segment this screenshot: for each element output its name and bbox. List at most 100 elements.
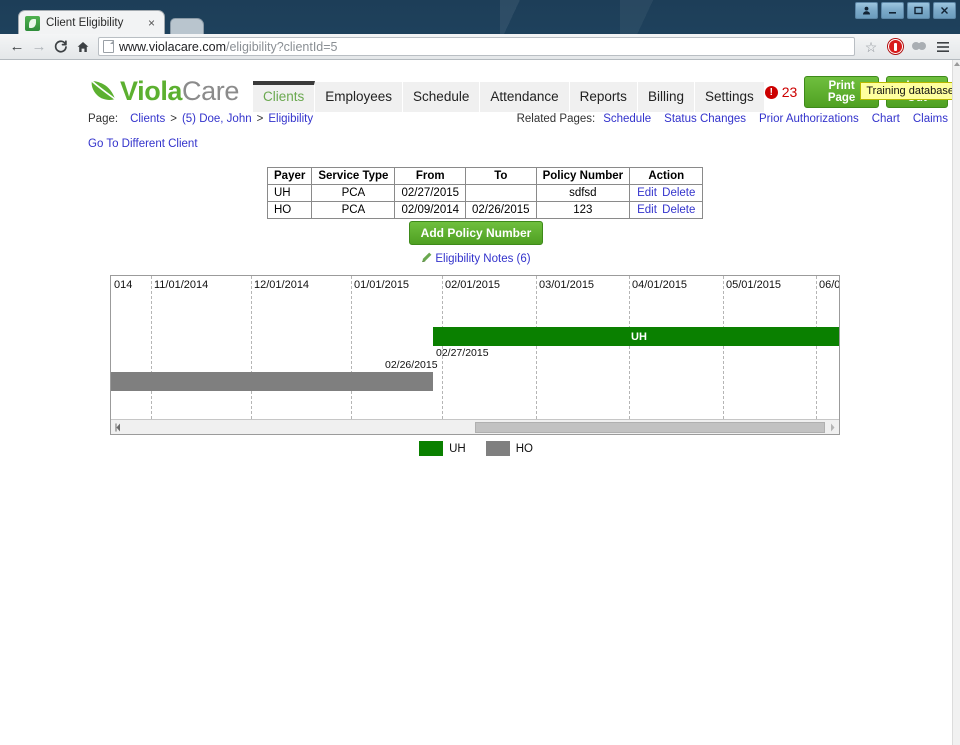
related-page-status-changes[interactable]: Status Changes	[664, 113, 746, 125]
add-policy-number-button[interactable]: Add Policy Number	[408, 221, 544, 245]
new-tab-button[interactable]	[170, 18, 204, 35]
axis-tick-label: 11/01/2014	[154, 279, 209, 291]
related-page-claims[interactable]: Claims	[913, 113, 948, 125]
scroll-track[interactable]	[125, 421, 825, 434]
address-bar[interactable]: www.violacare.com/eligibility?clientId=5	[98, 37, 855, 56]
related-page-schedule[interactable]: Schedule	[603, 113, 651, 125]
related-page-prior-authorizations[interactable]: Prior Authorizations	[759, 113, 859, 125]
forward-icon[interactable]: →	[28, 36, 50, 58]
axis-tick-label: 01/01/2015	[354, 279, 410, 291]
edit-link[interactable]: Edit	[637, 187, 657, 199]
cell-policy-number: sdfsd	[535, 184, 631, 202]
cell-policy-number: 123	[535, 201, 631, 219]
edit-link[interactable]: Edit	[637, 204, 657, 216]
main-navigation: Clients Employees Schedule Attendance Re…	[252, 80, 765, 112]
cell-payer: HO	[266, 201, 313, 219]
related-page-chart[interactable]: Chart	[872, 113, 900, 125]
browser-tab[interactable]: Client Eligibility ×	[18, 10, 165, 35]
breadcrumb-item-client[interactable]: (5) Doe, John	[182, 113, 252, 125]
column-header-from: From	[394, 167, 467, 185]
axis-tick-label: 06/01/2015	[819, 279, 840, 291]
pencil-icon	[421, 252, 432, 263]
breadcrumb-separator: >	[256, 113, 264, 125]
timeline-bar-ho-end-date: 02/26/2015	[385, 359, 438, 371]
go-to-different-client-link[interactable]: Go To Different Client	[88, 138, 198, 150]
nav-item-attendance[interactable]: Attendance	[480, 82, 570, 112]
nav-item-schedule[interactable]: Schedule	[403, 82, 481, 112]
legend-label-uh: UH	[449, 442, 466, 455]
nav-item-employees[interactable]: Employees	[315, 82, 404, 112]
cell-action: Edit Delete	[629, 184, 704, 202]
scroll-right-arrow-icon[interactable]	[825, 421, 839, 434]
scroll-left-arrow-icon[interactable]	[111, 421, 125, 434]
nav-item-settings[interactable]: Settings	[694, 82, 765, 112]
legend-swatch-ho	[485, 441, 510, 456]
profile-icon[interactable]	[908, 36, 930, 58]
breadcrumb-label: Page:	[88, 113, 119, 125]
nav-item-reports[interactable]: Reports	[569, 82, 638, 112]
breadcrumb-separator: >	[170, 113, 177, 125]
alert-icon: !	[764, 85, 778, 99]
maximize-button[interactable]	[907, 2, 930, 19]
delete-link[interactable]: Delete	[662, 187, 695, 199]
header-actions: ! 23 Print Page Log Out Training databas…	[764, 76, 952, 112]
cell-from: 02/27/2015	[394, 184, 467, 202]
site-header: ViolaCare Clients Employees Schedule Att…	[88, 68, 952, 112]
toolbar-actions: ☆	[860, 36, 954, 58]
timeline-bar-uh-start-date: 02/27/2015	[436, 347, 489, 359]
window-controls	[855, 2, 956, 19]
logo-secondary-text: Care	[182, 75, 239, 106]
reload-icon[interactable]	[50, 36, 72, 58]
eligibility-timeline-chart[interactable]: 014 11/01/2014 12/01/2014 01/01/2015 02/…	[110, 275, 840, 435]
breadcrumb-item-eligibility[interactable]: Eligibility	[268, 113, 313, 125]
cell-payer: UH	[266, 184, 313, 202]
policy-table: Payer Service Type From To Policy Number…	[266, 167, 704, 219]
timeline-bar-uh[interactable]: UH	[433, 327, 839, 346]
page-vertical-scrollbar[interactable]	[952, 60, 960, 745]
stop-sign-icon[interactable]	[884, 36, 906, 58]
chart-legend: UH HO	[0, 441, 952, 456]
restore-session-button[interactable]	[855, 2, 878, 19]
page-viewport: ViolaCare Clients Employees Schedule Att…	[0, 60, 952, 745]
eligibility-notes-link[interactable]: Eligibility Notes (6)	[435, 253, 530, 265]
go-to-different-client-row: Go To Different Client	[88, 138, 198, 150]
training-database-tooltip: Training database	[860, 82, 952, 100]
scroll-up-arrow-icon[interactable]	[954, 62, 960, 66]
breadcrumb-item-clients[interactable]: Clients	[130, 113, 165, 125]
close-button[interactable]	[933, 2, 956, 19]
cell-service-type: PCA	[311, 201, 396, 219]
nav-item-billing[interactable]: Billing	[637, 82, 695, 112]
leaf-favicon-icon	[25, 15, 40, 31]
chart-horizontal-scrollbar[interactable]	[111, 419, 839, 434]
site-logo[interactable]: ViolaCare	[88, 70, 239, 112]
table-row: HO PCA 02/09/2014 02/26/2015 123 Edit De…	[266, 201, 704, 219]
timeline-bar-ho[interactable]	[111, 372, 433, 391]
cell-from: 02/09/2014	[394, 201, 467, 219]
column-header-to: To	[465, 167, 537, 185]
legend-label-ho: HO	[515, 442, 533, 455]
table-header-row: Payer Service Type From To Policy Number…	[266, 167, 704, 185]
scroll-thumb[interactable]	[475, 421, 825, 433]
alert-counter[interactable]: ! 23	[764, 84, 798, 100]
close-tab-icon[interactable]: ×	[145, 17, 158, 30]
os-window: Client Eligibility × ← → www.violacare.c…	[0, 0, 960, 745]
home-icon[interactable]	[72, 36, 94, 58]
axis-tick-label: 05/01/2015	[726, 279, 782, 291]
column-header-service-type: Service Type	[311, 167, 396, 185]
nav-item-clients[interactable]: Clients	[252, 81, 316, 112]
browser-toolbar: ← → www.violacare.com/eligibility?client…	[0, 34, 960, 60]
related-pages: Related Pages: Schedule Status Changes P…	[517, 113, 948, 125]
bookmark-star-icon[interactable]: ☆	[860, 36, 882, 58]
cell-service-type: PCA	[311, 184, 396, 202]
cell-action: Edit Delete	[629, 201, 704, 219]
table-row: UH PCA 02/27/2015 sdfsd Edit Delete	[266, 184, 704, 202]
delete-link[interactable]: Delete	[662, 204, 695, 216]
breadcrumb: Page: Clients > (5) Doe, John > Eligibil…	[88, 113, 948, 125]
back-icon[interactable]: ←	[6, 36, 28, 58]
alert-count: 23	[781, 84, 798, 100]
legend-swatch-uh	[419, 441, 444, 456]
browser-menu-icon[interactable]	[932, 36, 954, 58]
minimize-button[interactable]	[881, 2, 904, 19]
cell-to	[465, 184, 537, 202]
axis-tick-label: 12/01/2014	[254, 279, 310, 291]
